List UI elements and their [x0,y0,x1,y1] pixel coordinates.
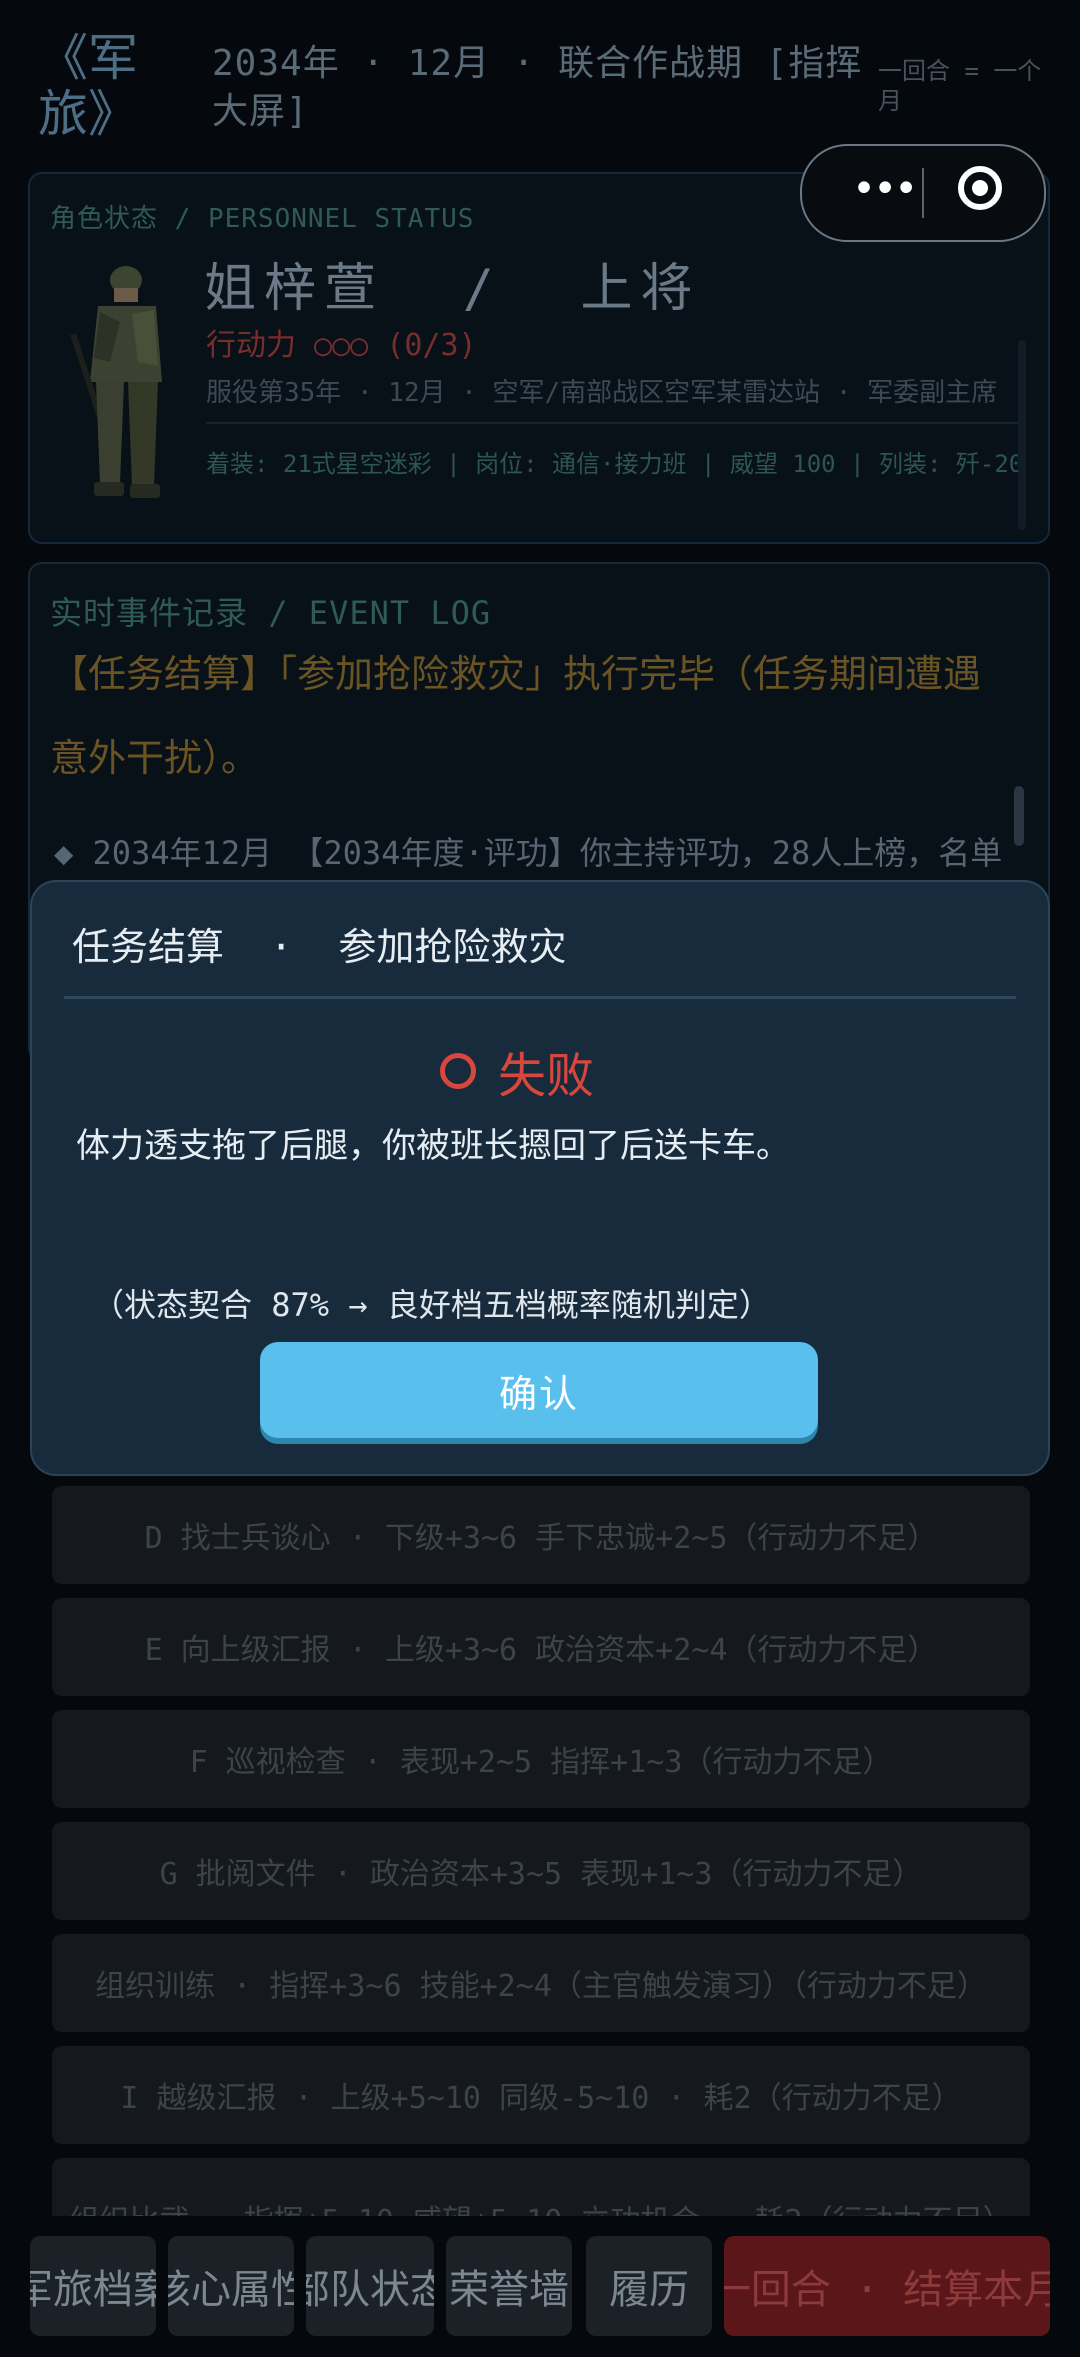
more-icon[interactable]: ••• [852,169,918,209]
event-log-title: 实时事件记录 / EVENT LOG [50,594,492,632]
option-talk-soldiers[interactable]: D 找士兵谈心 · 下级+3~6 手下忠诚+2~5（行动力不足） [52,1486,1030,1584]
miniprogram-capsule: ••• [800,144,1046,242]
result-description: 体力透支拖了后腿，你被班长摁回了后送卡车。 [76,1126,790,1166]
status-panel-title: 角色状态 / PERSONNEL STATUS [50,204,475,234]
app-logo: 《军旅》 [38,29,138,143]
option-skip-level-report[interactable]: I 越级汇报 · 上级+5~10 同级-5~10 · 耗2（行动力不足） [52,2046,1030,2144]
equipment-line: 着装: 21式星空迷彩 | 岗位: 通信·接力班 | 威望 100 | 列装: … [206,450,1022,478]
close-target-icon[interactable] [958,166,1002,210]
nav-resume[interactable]: 履历 [586,2236,712,2336]
result-label: 失败 [498,1048,595,1104]
status-divider [206,422,1022,424]
capsule-divider [922,168,924,218]
fail-circle-icon [440,1053,476,1089]
end-turn-button[interactable]: 一回合 · 结算本月 [724,2236,1050,2336]
soldier-avatar [70,266,162,498]
option-inspection[interactable]: F 巡视检查 · 表现+2~5 指挥+1~3（行动力不足） [52,1710,1030,1808]
modal-title: 任务结算 · 参加抢险救灾 [72,925,567,969]
event-log-scrollbar[interactable] [1014,786,1024,846]
status-scrollbar[interactable] [1018,340,1026,530]
service-record: 服役第35年 · 12月 · 空军/南部战区空军某雷达站 · 军委副主席 [206,378,998,408]
confirm-button[interactable]: 确认 [260,1342,818,1438]
event-headline: 【任务结算】「参加抢险救灾」执行完毕（任务期间遭遇意外干扰）。 [50,652,982,780]
result-note: （状态契合 87% → 良好档五档概率随机判定） [92,1286,771,1324]
modal-divider [64,996,1016,999]
action-points: 行动力 ○○○ (0/3) [206,328,477,363]
nav-archive[interactable]: 军旅档案 [30,2236,156,2336]
character-name-rank: 姐梓萱 / 上将 [204,259,701,319]
option-organize-training[interactable]: 组织训练 · 指挥+3~6 技能+2~4（主官触发演习）（行动力不足） [52,1934,1030,2032]
nav-unit-status[interactable]: 部队状态 [306,2236,434,2336]
nav-core-attributes[interactable]: 核心属性 [168,2236,294,2336]
turn-hint: 一回合 = 一个月 [878,57,1042,115]
option-review-documents[interactable]: G 批阅文件 · 政治资本+3~5 表现+1~3（行动力不足） [52,1822,1030,1920]
event-entry: ◆ 2034年12月 【2034年度·评功】你主持评功，28人上榜，名单 [54,834,1003,872]
date-line: 2034年 · 12月 · 联合作战期 [指挥大屏] [212,43,863,132]
result-status: 失败 [440,1036,594,1106]
option-report-superior[interactable]: E 向上级汇报 · 上级+3~6 政治资本+2~4（行动力不足） [52,1598,1030,1696]
nav-honor-wall[interactable]: 荣誉墙 [446,2236,572,2336]
